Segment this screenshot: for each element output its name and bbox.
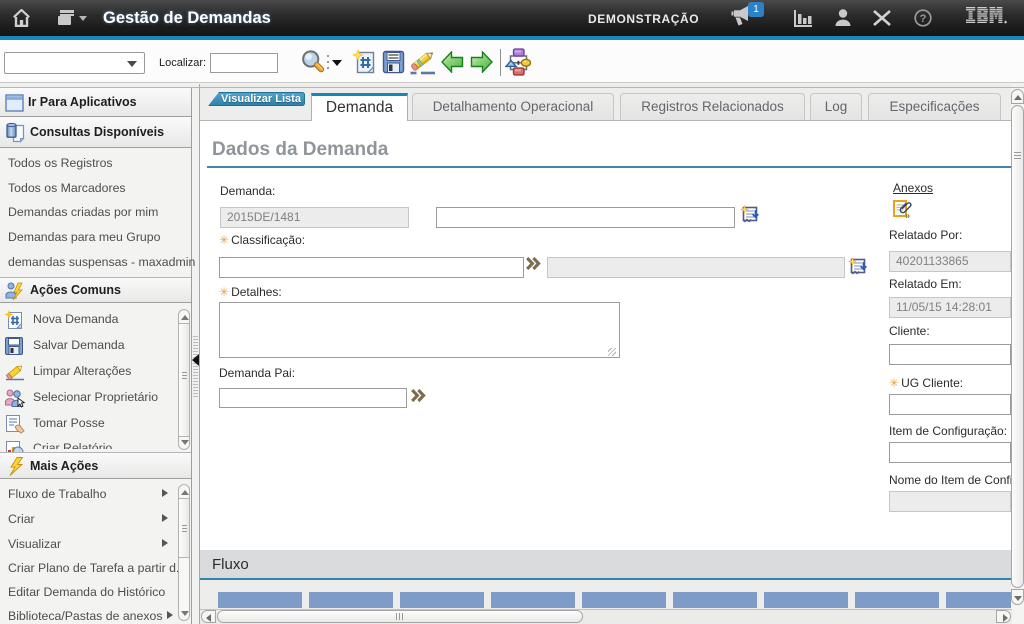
svg-text:»: »: [905, 211, 910, 220]
svg-text:?: ?: [920, 13, 927, 25]
